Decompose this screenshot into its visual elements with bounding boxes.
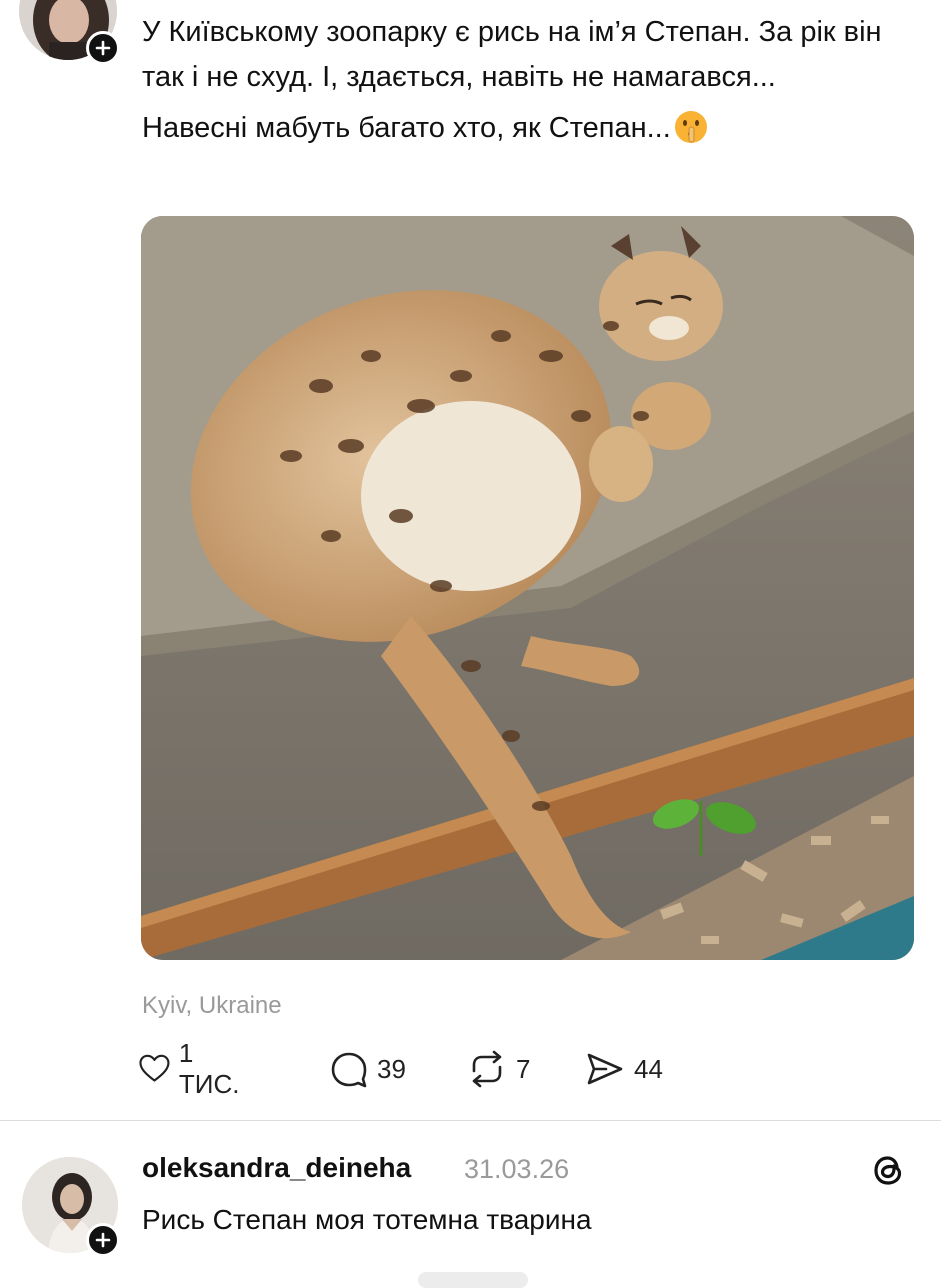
follow-author-button[interactable] <box>86 31 120 65</box>
reply-username[interactable]: oleksandra_deineha <box>142 1152 411 1184</box>
post-text-line-1: У Київському зоопарку є рись на ім’я Сте… <box>142 16 882 93</box>
plus-icon <box>95 1232 111 1248</box>
reply-date: 31.03.26 <box>464 1154 570 1184</box>
share-button[interactable]: 44 <box>584 1046 663 1092</box>
post-location[interactable]: Kyiv, Ukraine <box>142 992 282 1020</box>
repost-button[interactable]: 7 <box>466 1046 530 1092</box>
reply-text: Рись Степан моя тотемна тварина <box>142 1204 592 1235</box>
like-count: 1 ТИС. <box>178 1038 240 1099</box>
divider <box>0 1120 941 1121</box>
post-photo[interactable] <box>141 216 914 960</box>
threads-logo-icon[interactable] <box>868 1150 908 1190</box>
post-text-line-2-text: Навесні мабуть багато хто, як Степан... <box>142 112 671 144</box>
shushing-face-emoji-icon <box>674 111 707 143</box>
heart-icon <box>139 1054 170 1082</box>
plus-icon <box>95 40 111 56</box>
follow-reply-author-button[interactable] <box>86 1223 120 1257</box>
comment-button[interactable]: 39 <box>329 1046 406 1092</box>
like-button[interactable]: 1 ТИС. <box>138 1038 247 1099</box>
post-text-line-2: Навесні мабуть багато хто, як Степан... <box>142 106 912 151</box>
share-count: 44 <box>634 1053 663 1084</box>
comment-bubble-icon <box>331 1052 367 1088</box>
post-body: У Київському зоопарку є рись на ім’я Сте… <box>142 10 912 157</box>
share-send-icon <box>587 1053 623 1085</box>
comment-count: 39 <box>377 1053 406 1084</box>
repost-icon <box>472 1050 502 1088</box>
repost-count: 7 <box>516 1053 531 1084</box>
next-item-preview <box>418 1272 528 1288</box>
